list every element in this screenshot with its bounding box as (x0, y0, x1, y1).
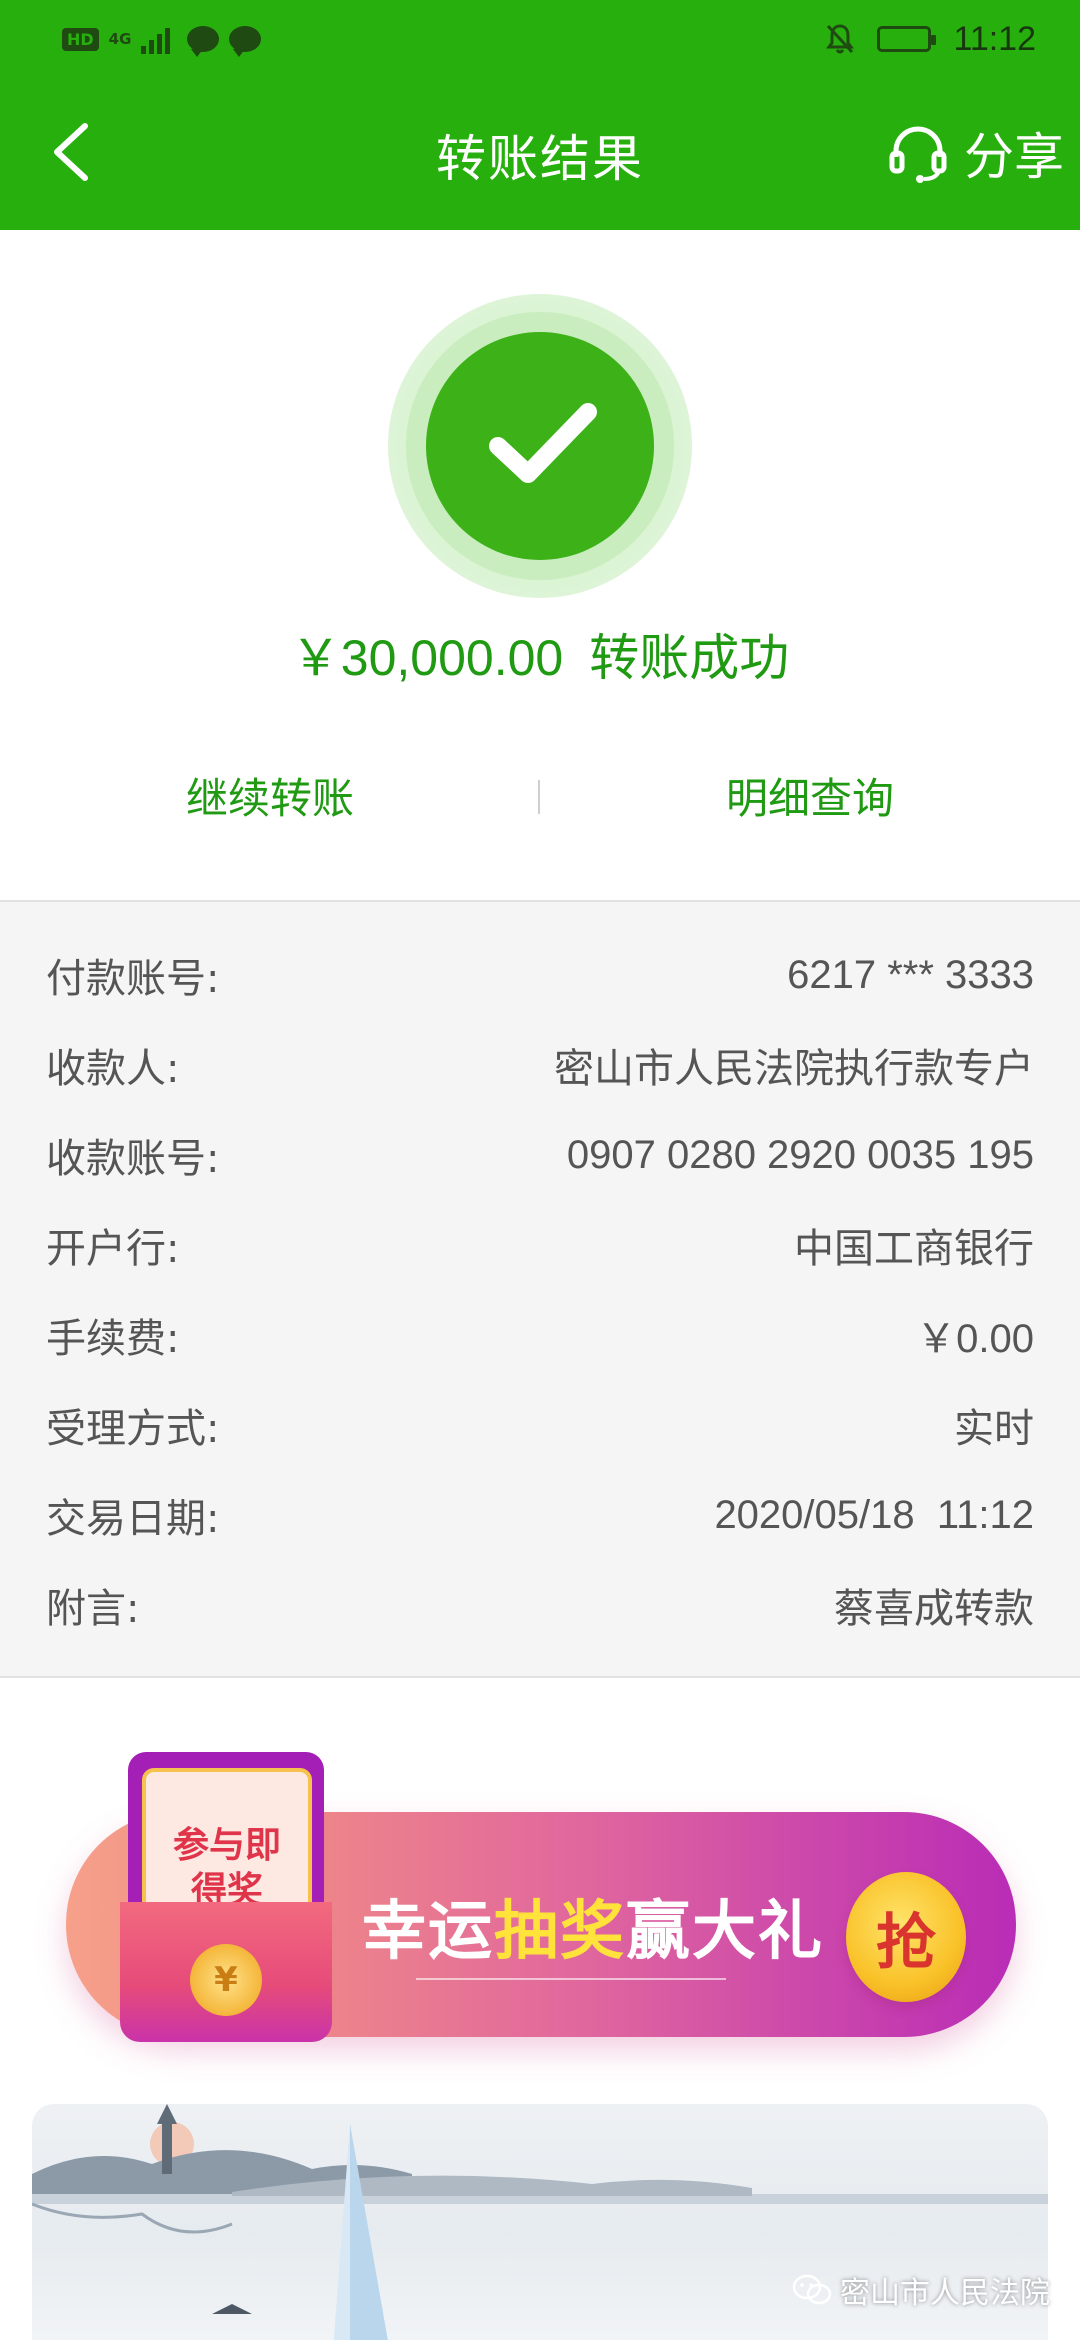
notification-muted-icon (826, 24, 855, 54)
detail-row-bank: 开户行: 中国工商银行 (0, 1200, 1080, 1290)
detail-label: 开户行: (46, 1226, 180, 1272)
detail-row-payee-account: 收款账号: 0907 0280 2920 0035 195 (0, 1110, 1080, 1200)
wechat-icon (792, 2274, 832, 2305)
transfer-status: 转账成功 (589, 630, 790, 686)
share-button[interactable]: 分享 (886, 117, 1064, 189)
continue-transfer-button[interactable]: 继续转账 (0, 765, 540, 826)
back-button[interactable] (36, 117, 106, 187)
status-bar: HD 4G 11:12 (0, 0, 1080, 78)
red-envelope-icon: 参与即得奖 ¥ (120, 1752, 332, 2042)
signal-icon (141, 28, 171, 54)
nav-bar: 转账结果 分享 (0, 95, 1080, 215)
customer-service-headset-icon (889, 126, 947, 183)
action-divider (538, 780, 540, 814)
detail-row-fee: 手续费: ￥0.00 (0, 1290, 1080, 1380)
detail-value: 中国工商银行 (794, 1227, 1034, 1271)
detail-row-processing-mode: 受理方式: 实时 (0, 1380, 1080, 1470)
banner-slogan: 幸运抽奖赢大礼 (362, 1895, 824, 1969)
detail-value: 蔡喜成转款 (834, 1587, 1034, 1631)
result-text: ￥30,000.00 转账成功 (0, 618, 1080, 690)
detail-label: 交易日期: (46, 1496, 220, 1542)
detail-label: 收款人: (46, 1046, 180, 1092)
detail-row-payee: 收款人: 密山市人民法院执行款专户 (0, 1020, 1080, 1110)
envelope-text: 参与即得奖 (172, 1825, 281, 1911)
transfer-details: 付款账号: 6217 *** 3333 收款人: 密山市人民法院执行款专户 收款… (0, 900, 1080, 1678)
detail-label: 附言: (46, 1586, 140, 1632)
status-left: HD 4G (62, 24, 262, 57)
detail-label: 收款账号: (46, 1136, 220, 1182)
detail-label: 受理方式: (46, 1406, 220, 1452)
success-check-icon (489, 403, 597, 483)
detail-value: ￥0.00 (916, 1317, 1034, 1361)
coin-icon: ¥ (190, 1944, 262, 2016)
success-section: ￥30,000.00 转账成功 继续转账 明细查询 (0, 230, 1080, 900)
banner-slogan-highlight: 抽奖 (494, 1895, 626, 1969)
detail-label: 手续费: (46, 1316, 180, 1362)
hd-icon: HD (62, 27, 99, 51)
share-label: 分享 (964, 128, 1064, 186)
success-badge (388, 294, 692, 598)
detail-row-date: 交易日期: 2020/05/18 11:12 (0, 1470, 1080, 1560)
action-bar: 继续转账 明细查询 (0, 760, 1080, 830)
detail-label: 付款账号: (46, 956, 220, 1002)
back-arrow-icon (54, 123, 88, 181)
status-right: 11:12 (825, 20, 1036, 59)
detail-value: 实时 (954, 1407, 1034, 1451)
watermark: 密山市人民法院 (792, 2268, 1050, 2312)
network-type-icon: 4G (108, 29, 132, 48)
detail-value: 2020/05/18 11:12 (714, 1492, 1034, 1537)
grab-button[interactable]: 抢 (846, 1872, 966, 2002)
banner-divider (416, 1978, 726, 1980)
transfer-amount: ￥30,000.00 (290, 630, 564, 686)
status-time: 11:12 (953, 19, 1036, 58)
detail-row-payer-account: 付款账号: 6217 *** 3333 (0, 930, 1080, 1020)
detail-value: 密山市人民法院执行款专户 (554, 1047, 1034, 1091)
page-title: 转账结果 (436, 130, 644, 188)
detail-value: 6217 *** 3333 (787, 952, 1034, 997)
detail-row-remark: 附言: 蔡喜成转款 (0, 1560, 1080, 1650)
details-query-button[interactable]: 明细查询 (540, 765, 1080, 826)
battery-icon (877, 26, 937, 52)
watermark-text: 密山市人民法院 (840, 2276, 1050, 2311)
message-icon-2 (229, 26, 262, 57)
detail-value: 0907 0280 2920 0035 195 (566, 1132, 1034, 1177)
app-header: HD 4G 11:12 转账结果 分享 (0, 0, 1080, 230)
message-icon (187, 26, 220, 57)
